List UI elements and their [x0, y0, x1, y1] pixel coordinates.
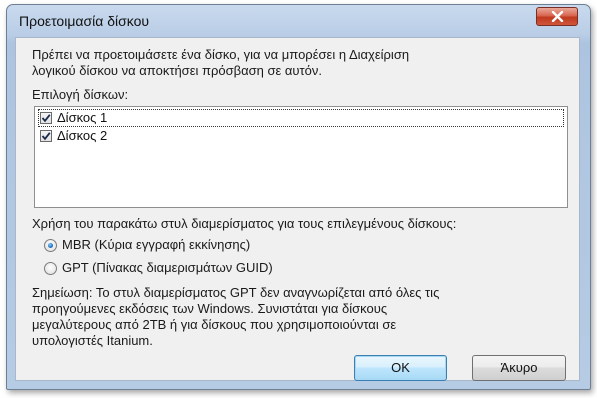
cancel-button[interactable]: Άκυρο — [472, 355, 566, 381]
mbr-label[interactable]: MBR (Κύρια εγγραφή εκκίνησης) — [62, 237, 250, 253]
disk-1-label: Δίσκος 1 — [57, 110, 108, 125]
gpt-label[interactable]: GPT (Πίνακας διαμερισμάτων GUID) — [62, 260, 273, 276]
note-line-1: Σημείωση: Το στυλ διαμερίσματος GPT δεν … — [32, 285, 440, 300]
disk-2-label: Δίσκος 2 — [57, 128, 108, 143]
intro-line-2: λογικού δίσκου να αποκτήσει πρόσβαση σε … — [32, 63, 323, 78]
mbr-radio[interactable] — [44, 239, 57, 252]
radio-selected-dot — [48, 243, 53, 248]
title-bar[interactable]: Προετοιμασία δίσκου — [7, 5, 590, 37]
note-line-4: υπολογιστές Itanium. — [32, 333, 153, 348]
disk-item-2[interactable]: Δίσκος 2 — [38, 127, 564, 145]
disk-select-label: Επιλογή δίσκων: — [32, 87, 129, 102]
ok-button[interactable]: OK — [354, 355, 447, 381]
note-line-3: μεγαλύτερους από 2TB ή για δίσκους που χ… — [32, 317, 397, 332]
checkmark-icon — [41, 114, 51, 123]
prepare-disk-dialog: Προετοιμασία δίσκου Πρέπει να προετοιμάσ… — [6, 4, 591, 390]
dialog-body: Πρέπει να προετοιμάσετε ένα δίσκο, για ν… — [15, 37, 580, 381]
close-button[interactable] — [536, 7, 578, 26]
disk-2-checkbox[interactable] — [40, 130, 52, 142]
partition-style-label: Χρήση του παρακάτω στυλ διαμερίσματος γι… — [32, 216, 457, 231]
checkmark-icon — [41, 132, 51, 141]
disk-1-checkbox[interactable] — [40, 112, 52, 124]
disk-item-1[interactable]: Δίσκος 1 — [38, 109, 564, 127]
disk-listbox[interactable]: Δίσκος 1 Δίσκος 2 — [34, 106, 568, 208]
intro-line-1: Πρέπει να προετοιμάσετε ένα δίσκο, για ν… — [32, 47, 410, 62]
note-line-2: προηγούμενες εκδόσεις των Windows. Συνισ… — [32, 301, 388, 316]
gpt-radio[interactable] — [44, 262, 57, 275]
close-icon — [551, 11, 564, 22]
dialog-title: Προετοιμασία δίσκου — [19, 13, 150, 29]
